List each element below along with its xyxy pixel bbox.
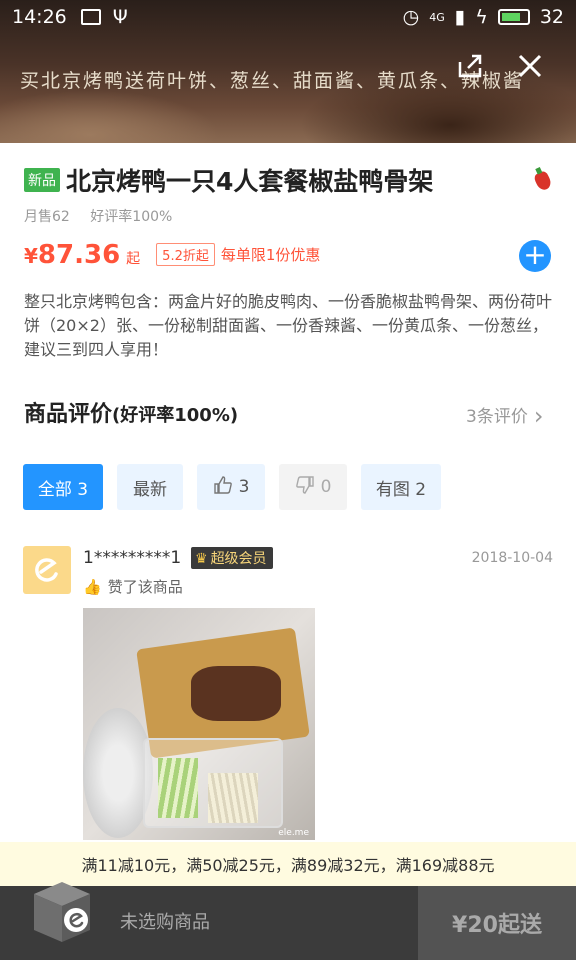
price-symbol: ¥ xyxy=(24,244,38,268)
review-photo[interactable]: ele.me xyxy=(83,608,315,840)
review-filter-tabs: 全部 3 最新 3 0 有图 2 xyxy=(23,464,441,510)
banner-caption: 买北京烤鸭送荷叶饼、葱丝、甜面酱、黄瓜条、辣椒酱 xyxy=(20,70,525,92)
review-liked: 👍 赞了该商品 xyxy=(83,576,183,597)
reviews-rate: (好评率100%) xyxy=(112,405,239,426)
price-row: ¥87.36 起 5.2折起 每单限1份优惠 xyxy=(24,240,320,270)
status-right: ◷ 4G ▮ ϟ 32 xyxy=(403,6,564,28)
product-meta: 月售62 好评率100% xyxy=(24,206,188,226)
eleme-logo-icon xyxy=(35,558,58,582)
tab-bad[interactable]: 0 xyxy=(279,464,347,510)
price-value: 87.36 xyxy=(37,240,121,270)
add-to-cart-button[interactable]: + xyxy=(519,240,551,272)
reviews-title: 商品评价 xyxy=(24,402,113,427)
product-description: 整只北京烤鸭包含：两盒片好的脆皮鸭肉、一份香脆椒盐鸭骨架、两份荷叶饼（20×2）… xyxy=(24,292,553,359)
thumbs-up-icon xyxy=(213,475,233,500)
liked-text: 赞了该商品 xyxy=(107,578,183,596)
product-title-row: 新品 北京烤鸭一只4人套餐椒盐鸭骨架 xyxy=(24,162,433,198)
product-title: 北京烤鸭一只4人套餐椒盐鸭骨架 xyxy=(66,167,434,196)
limit-text: 每单限1份优惠 xyxy=(220,246,321,264)
review-username: 1*********1 xyxy=(83,548,182,568)
vip-label: 超级会员 xyxy=(210,551,267,567)
battery-level: 32 xyxy=(539,6,564,28)
product-banner-image: 14:26 Ψ ◷ 4G ▮ ϟ 32 买北京烤鸭送荷叶饼、葱丝、甜面酱、黄瓜条… xyxy=(0,0,576,143)
reviews-count-link[interactable]: 3条评价 xyxy=(466,400,543,428)
new-badge: 新品 xyxy=(24,168,60,192)
status-notification-icons: Ψ xyxy=(80,6,128,28)
signal-icon: ▮ xyxy=(454,6,466,28)
good-count: 3 xyxy=(238,477,250,497)
close-icon[interactable] xyxy=(516,52,544,87)
image-notification-icon xyxy=(80,9,101,25)
share-icon[interactable] xyxy=(456,52,484,87)
bad-count: 0 xyxy=(320,477,332,497)
app-root: 14:26 Ψ ◷ 4G ▮ ϟ 32 买北京烤鸭送荷叶饼、葱丝、甜面酱、黄瓜条… xyxy=(0,0,576,960)
crown-icon: ♛ xyxy=(195,551,208,567)
status-time: 14:26 xyxy=(12,6,67,28)
reviews-header: 商品评价 (好评率100%) xyxy=(24,396,238,428)
tab-good[interactable]: 3 xyxy=(197,464,265,510)
photo-duck-meat xyxy=(191,666,281,721)
price-unit: 起 xyxy=(126,251,141,267)
product-rating: 好评率100% xyxy=(90,209,173,225)
tab-all[interactable]: 全部 3 xyxy=(23,464,103,510)
monthly-sales: 月售62 xyxy=(24,209,70,225)
review-date: 2018-10-04 xyxy=(471,550,553,566)
status-bar: 14:26 Ψ ◷ 4G ▮ ϟ 32 xyxy=(0,0,576,34)
banner-highlight xyxy=(0,90,220,143)
product-price: ¥87.36 xyxy=(24,240,120,270)
charging-icon: ϟ xyxy=(475,6,488,28)
vip-badge: ♛ 超级会员 xyxy=(191,547,273,569)
photo-watermark: ele.me xyxy=(278,828,309,838)
cart-box-icon[interactable] xyxy=(26,876,98,948)
photo-scallion xyxy=(208,773,258,823)
tab-with-photo[interactable]: 有图 2 xyxy=(361,464,441,510)
liked-thumb-icon: 👍 xyxy=(83,578,102,596)
usb-icon: Ψ xyxy=(112,6,128,28)
alarm-icon: ◷ xyxy=(402,6,420,28)
tab-latest[interactable]: 最新 xyxy=(117,464,183,510)
avatar xyxy=(23,546,71,594)
network-type: 4G xyxy=(429,10,445,24)
photo-cucumber xyxy=(158,758,198,818)
thumbs-down-icon xyxy=(295,475,315,500)
spicy-icon xyxy=(532,169,554,193)
cart-bar: 未选购商品 ¥20起送 xyxy=(0,882,576,960)
cart-empty-text: 未选购商品 xyxy=(120,912,210,933)
discount-badge: 5.2折起 xyxy=(156,243,215,266)
battery-icon xyxy=(497,9,530,25)
checkout-button[interactable]: ¥20起送 xyxy=(418,886,576,960)
